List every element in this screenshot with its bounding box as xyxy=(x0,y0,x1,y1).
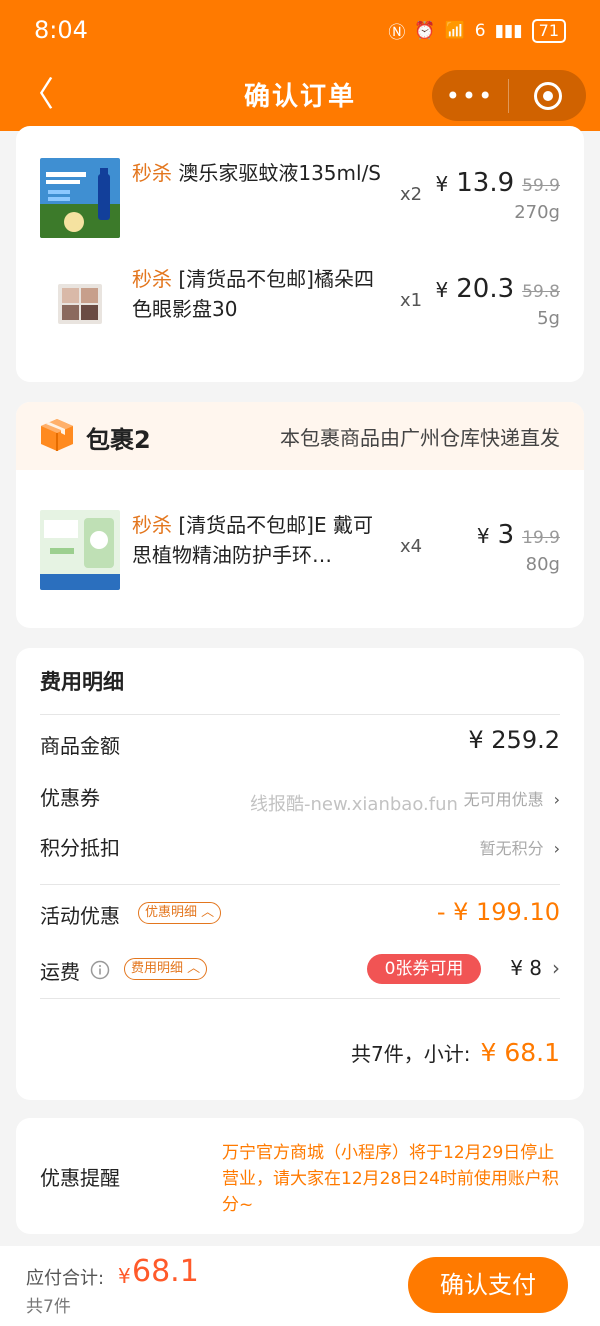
subtotal-amount: ¥ 68.1 xyxy=(480,1038,560,1067)
coupon-value: 无可用优惠 xyxy=(463,790,544,809)
ellipsis-icon: ••• xyxy=(445,81,495,110)
divider xyxy=(40,884,560,885)
product-qty: x4 xyxy=(400,536,423,557)
chevron-right-icon: › xyxy=(553,790,560,809)
product-weight: 5g xyxy=(537,308,560,329)
nfc-icon: Ⓝ xyxy=(388,23,406,43)
fee-details-title: 费用明细 xyxy=(40,670,124,694)
product-price: ¥3 19.9 xyxy=(476,520,560,550)
product-name: 秒杀 [清货品不包邮]E 戴可思植物精油防护手环… xyxy=(132,513,373,567)
item-count: 共7件 xyxy=(26,1297,71,1317)
points-value: 暂无积分 xyxy=(479,839,544,858)
bottom-pay-bar: 应付合计: ¥ 68.1 共7件 确认支付 xyxy=(0,1246,600,1326)
product-item[interactable]: 秒杀 澳乐家驱蚊液135ml/S x2 ¥13.9 59.9 270g xyxy=(40,158,560,238)
flash-sale-label: 秒杀 xyxy=(132,267,172,291)
status-time: 8:04 xyxy=(34,16,88,44)
cell-signal-icon: ▮▮▮ xyxy=(494,20,523,41)
original-price: 59.9 xyxy=(522,176,560,196)
product-qty: x1 xyxy=(400,290,423,311)
battery-indicator: 71 xyxy=(531,18,566,43)
package-box-icon xyxy=(41,419,73,451)
flash-sale-label: 秒杀 xyxy=(132,513,172,537)
shipping-detail-tag[interactable]: 费用明细 ︿ xyxy=(124,958,208,980)
goods-amount-value: ¥ 259.2 xyxy=(468,726,560,754)
chevron-up-icon: ︿ xyxy=(187,961,201,976)
close-capsule-button[interactable] xyxy=(509,81,586,110)
pay-total-label: 应付合计: xyxy=(26,1268,105,1289)
divider xyxy=(40,998,560,999)
shipping-row[interactable]: ¥ 8 › xyxy=(510,956,560,980)
original-price: 19.9 xyxy=(522,528,560,548)
product-image xyxy=(40,510,120,590)
promo-detail-tag[interactable]: 优惠明细 ︿ xyxy=(138,902,222,924)
reminder-label: 优惠提醒 xyxy=(40,1166,120,1190)
chevron-right-icon: › xyxy=(553,839,560,858)
coupon-label: 优惠券 xyxy=(40,786,100,810)
watermark: 线报酷-new.xianbao.fun xyxy=(250,794,458,815)
divider xyxy=(40,714,560,715)
pay-total-amount: 68.1 xyxy=(132,1254,199,1289)
wifi-icon: 📶 xyxy=(444,20,466,41)
signal-level: 6 xyxy=(474,20,486,41)
chevron-up-icon: ︿ xyxy=(201,905,215,920)
pay-currency: ¥ xyxy=(118,1264,131,1288)
product-item[interactable]: 秒杀 [清货品不包邮]橘朵四色眼影盘30 x1 ¥20.3 59.8 5g xyxy=(40,264,560,344)
promo-label: 活动优惠 xyxy=(40,904,120,928)
more-button[interactable]: ••• xyxy=(432,84,508,108)
package1-card: 秒杀 澳乐家驱蚊液135ml/S x2 ¥13.9 59.9 270g 秒杀 [… xyxy=(16,126,584,382)
top-bar: 8:04 Ⓝ ⏰ 📶 6 ▮▮▮ 71 〈 确认订单 ••• xyxy=(0,0,600,131)
package-title: 包裹2 xyxy=(86,426,151,454)
status-icons: Ⓝ ⏰ 📶 6 ▮▮▮ 71 xyxy=(388,18,566,43)
points-label: 积分抵扣 xyxy=(40,836,120,860)
product-name: 秒杀 澳乐家驱蚊液135ml/S xyxy=(132,161,382,185)
flash-sale-label: 秒杀 xyxy=(132,161,172,185)
fee-details-card: 费用明细 商品金额 ¥ 259.2 优惠券 无可用优惠 › 积分抵扣 暂无积分 › … xyxy=(16,648,584,1100)
target-icon xyxy=(533,81,562,110)
points-row[interactable]: 暂无积分 › xyxy=(480,835,560,859)
info-icon[interactable] xyxy=(90,960,110,980)
subtotal: 共7件，小计: ¥ 68.1 xyxy=(351,1038,560,1067)
product-weight: 270g xyxy=(514,202,560,223)
package-shipping-note: 本包裹商品由广州仓库快递直发 xyxy=(280,426,560,450)
coupon-row[interactable]: 无可用优惠 › xyxy=(464,786,560,810)
product-qty: x2 xyxy=(400,184,423,205)
reminder-text: 万宁官方商城（小程序）将于12月29日停止营业，请大家在12月28日24时前使用… xyxy=(222,1143,559,1215)
chevron-right-icon: › xyxy=(552,956,560,980)
shipping-value: ¥ 8 xyxy=(510,956,542,980)
alarm-icon: ⏰ xyxy=(414,20,436,41)
reminder-card: 优惠提醒 万宁官方商城（小程序）将于12月29日停止营业，请大家在12月28日2… xyxy=(16,1118,584,1234)
confirm-pay-button[interactable]: 确认支付 xyxy=(408,1257,568,1313)
product-weight: 80g xyxy=(525,554,560,575)
original-price: 59.8 xyxy=(522,282,560,302)
shipping-label: 运费 xyxy=(40,960,80,984)
mini-program-capsule: ••• xyxy=(432,70,586,121)
product-name: 秒杀 [清货品不包邮]橘朵四色眼影盘30 xyxy=(132,267,374,321)
package2-header: 包裹2 本包裹商品由广州仓库快递直发 xyxy=(16,402,584,470)
product-image xyxy=(40,264,120,344)
product-price: ¥13.9 59.9 xyxy=(435,168,560,198)
product-price: ¥20.3 59.8 xyxy=(435,274,560,304)
goods-amount-label: 商品金额 xyxy=(40,734,120,758)
promo-value: - ¥ 199.10 xyxy=(436,898,560,926)
product-image xyxy=(40,158,120,238)
shipping-coupon-pill[interactable]: 0张券可用 xyxy=(367,954,481,984)
product-item[interactable]: 秒杀 [清货品不包邮]E 戴可思植物精油防护手环… x4 ¥3 19.9 80g xyxy=(40,510,560,590)
